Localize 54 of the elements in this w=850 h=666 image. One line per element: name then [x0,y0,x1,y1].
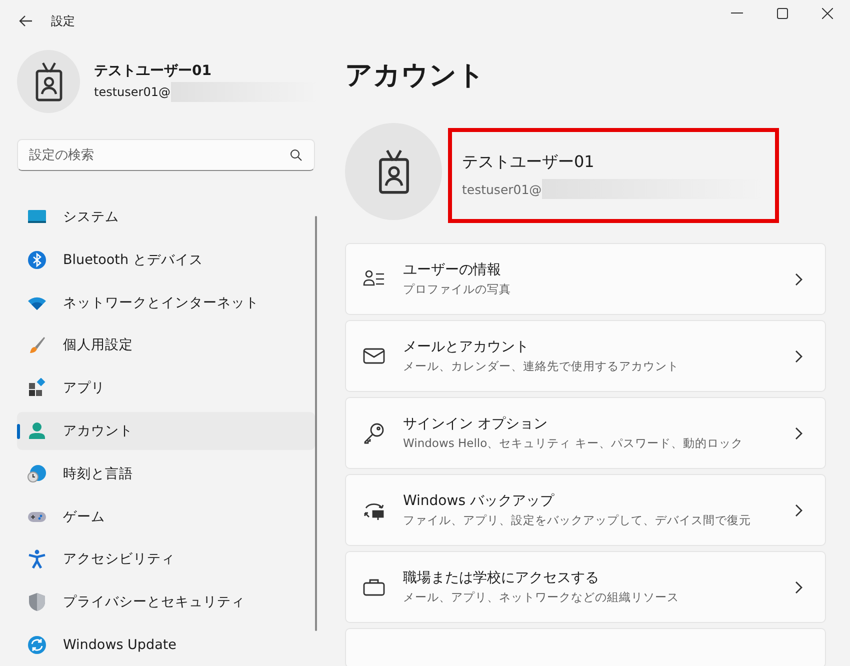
user-email: testuser01@ [94,84,170,98]
sidebar-item[interactable]: Windows Update [17,626,315,664]
settings-card[interactable]: メールとアカウント メール、カレンダー、連絡先で使用するアカウント [345,320,826,392]
search-field[interactable]: 設定の検索 [17,139,315,171]
shield-icon [27,592,47,612]
card-subtitle: メール、アプリ、ネットワークなどの組織リソース [403,590,680,605]
selection-indicator [17,424,20,439]
close-icon[interactable] [822,8,833,18]
maximize-icon[interactable] [777,8,788,18]
scrollbar[interactable] [315,216,317,631]
card-title: サインイン オプション [403,415,548,433]
user-name: テストユーザー01 [94,62,212,80]
settings-card[interactable]: サインイン オプション Windows Hello、セキュリティ キー、パスワード、動的ロック [345,397,826,469]
card-subtitle: プロファイルの写真 [403,282,512,297]
search-icon [290,149,302,161]
chevron-icon [795,580,803,594]
card-subtitle: メール、カレンダー、連絡先で使用するアカウント [403,359,680,374]
back-icon[interactable] [19,15,33,27]
sidebar-item[interactable]: アプリ [17,369,315,408]
bluetooth-icon [27,250,47,270]
key-icon [363,422,385,444]
chevron-icon [795,426,803,440]
card-title: Windows バックアップ [403,492,556,510]
sidebar-item[interactable]: アクセシビリティ [17,540,315,578]
sidebar-item[interactable]: プライバシーとセキュリティ [17,583,315,622]
settings-card[interactable]: Windows バックアップ ファイル、アプリ、設定をバックアップして、デバイス間で復元 [345,474,826,546]
settings-card[interactable]: 職場または学校にアクセスする メール、アプリ、ネットワークなどの組織リソース [345,551,826,623]
sidebar-item[interactable]: 個人用設定 [17,326,315,364]
card-title: 職場または学校にアクセスする [403,569,600,587]
sidebar-item[interactable]: ゲーム [17,498,315,536]
account-name: テストユーザー01 [462,152,596,173]
card-subtitle: Windows Hello、セキュリティ キー、パスワード、動的ロック [403,436,744,451]
account-email: testuser01@ [462,182,542,196]
card-title: メールとアカウント [403,338,530,356]
accessibility-icon [27,549,47,570]
window-title: 設定 [51,12,75,30]
sync-icon [27,634,47,655]
person-icon [27,420,47,441]
sidebar-item[interactable]: アカウント [17,412,315,450]
settings-card[interactable]: ユーザーの情報 プロファイルの写真 [345,243,826,315]
chevron-icon [795,350,803,362]
page-title: アカウント [345,59,486,93]
chevron-icon [795,504,803,516]
sidebar-item[interactable]: ネットワークとインターネット [17,284,315,322]
apps-icon [27,378,47,398]
brush-icon [27,335,47,356]
sidebar-item[interactable]: Bluetooth とデバイス [17,240,315,279]
card-title: ユーザーの情報 [403,261,502,279]
minimize-icon[interactable] [731,12,743,14]
sidebar-item[interactable]: システム [17,198,315,236]
chevron-icon [795,272,803,286]
card-subtitle: ファイル、アプリ、設定をバックアップして、デバイス間で復元 [403,513,752,528]
sidebar-item[interactable]: 時刻と言語 [17,454,315,493]
globe-clock-icon [27,464,47,484]
